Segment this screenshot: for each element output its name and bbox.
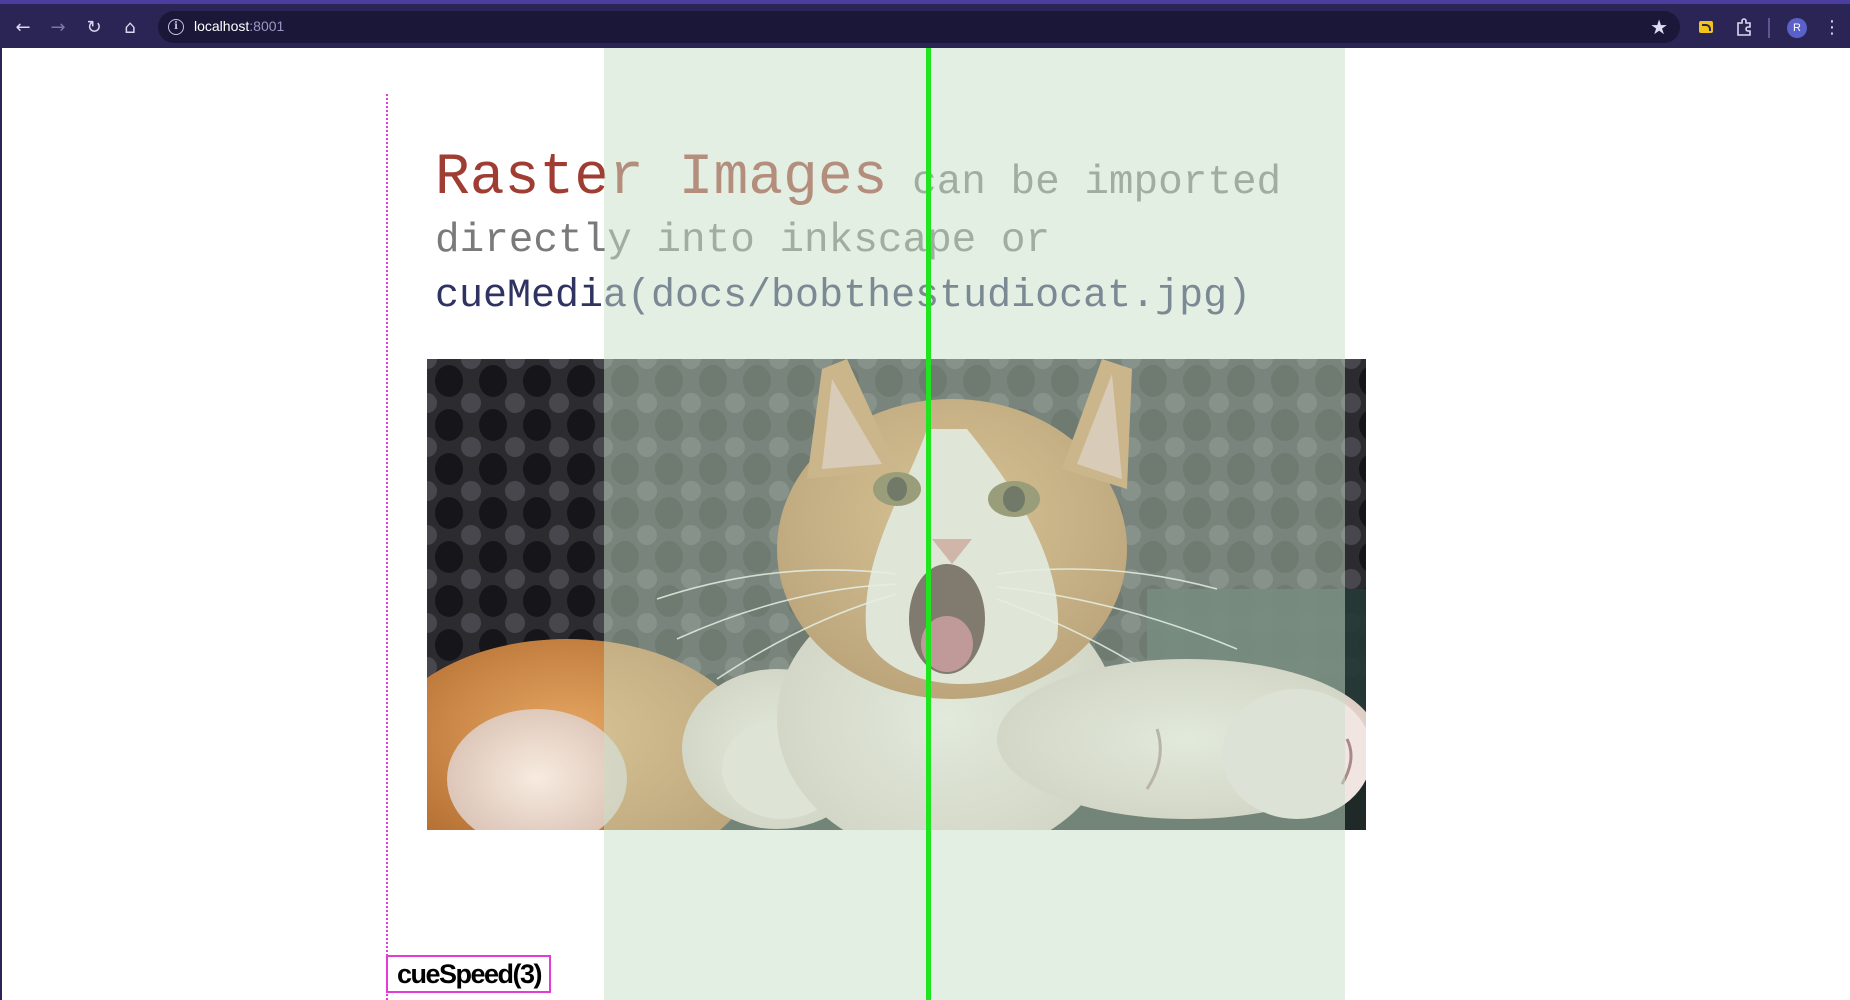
slide-canvas: Raster Images can be imported directly i… [0, 48, 1850, 1000]
avatar[interactable]: R [1787, 18, 1807, 38]
playhead-line[interactable] [926, 48, 931, 1000]
code-line: cueMedia(docs/bobthestudiocat.jpg) [435, 274, 1252, 319]
toolbar-divider [1768, 18, 1770, 38]
headline-rest: can be imported [887, 160, 1282, 206]
home-icon[interactable]: ⌂ [117, 14, 143, 40]
headline-line-2: directly into inkscape or [435, 218, 1051, 264]
back-arrow-icon[interactable]: ← [10, 14, 36, 40]
rss-extension-icon[interactable] [1699, 21, 1713, 33]
url-text[interactable]: localhost:8001 [194, 18, 284, 34]
cue-speed-label[interactable]: cueSpeed(3) [386, 955, 551, 993]
reload-icon[interactable]: ↻ [81, 14, 107, 40]
info-icon[interactable]: i [168, 19, 184, 35]
slide-headline: Raster Images can be imported directly i… [435, 150, 1335, 270]
star-icon[interactable]: ★ [1650, 15, 1668, 39]
bob-the-studio-cat-photo [427, 359, 1366, 830]
cue-guide-line [386, 94, 388, 1000]
kebab-menu-icon[interactable]: ⋮ [1819, 14, 1845, 40]
forward-arrow-icon[interactable]: → [45, 14, 71, 40]
puzzle-icon[interactable] [1731, 14, 1757, 40]
browser-toolbar: ← → ↻ ⌂ i localhost:8001 ★ R ⋮ [0, 0, 1850, 48]
headline-accent: Raster Images [435, 146, 888, 211]
address-bar[interactable]: i localhost:8001 ★ [158, 11, 1680, 43]
